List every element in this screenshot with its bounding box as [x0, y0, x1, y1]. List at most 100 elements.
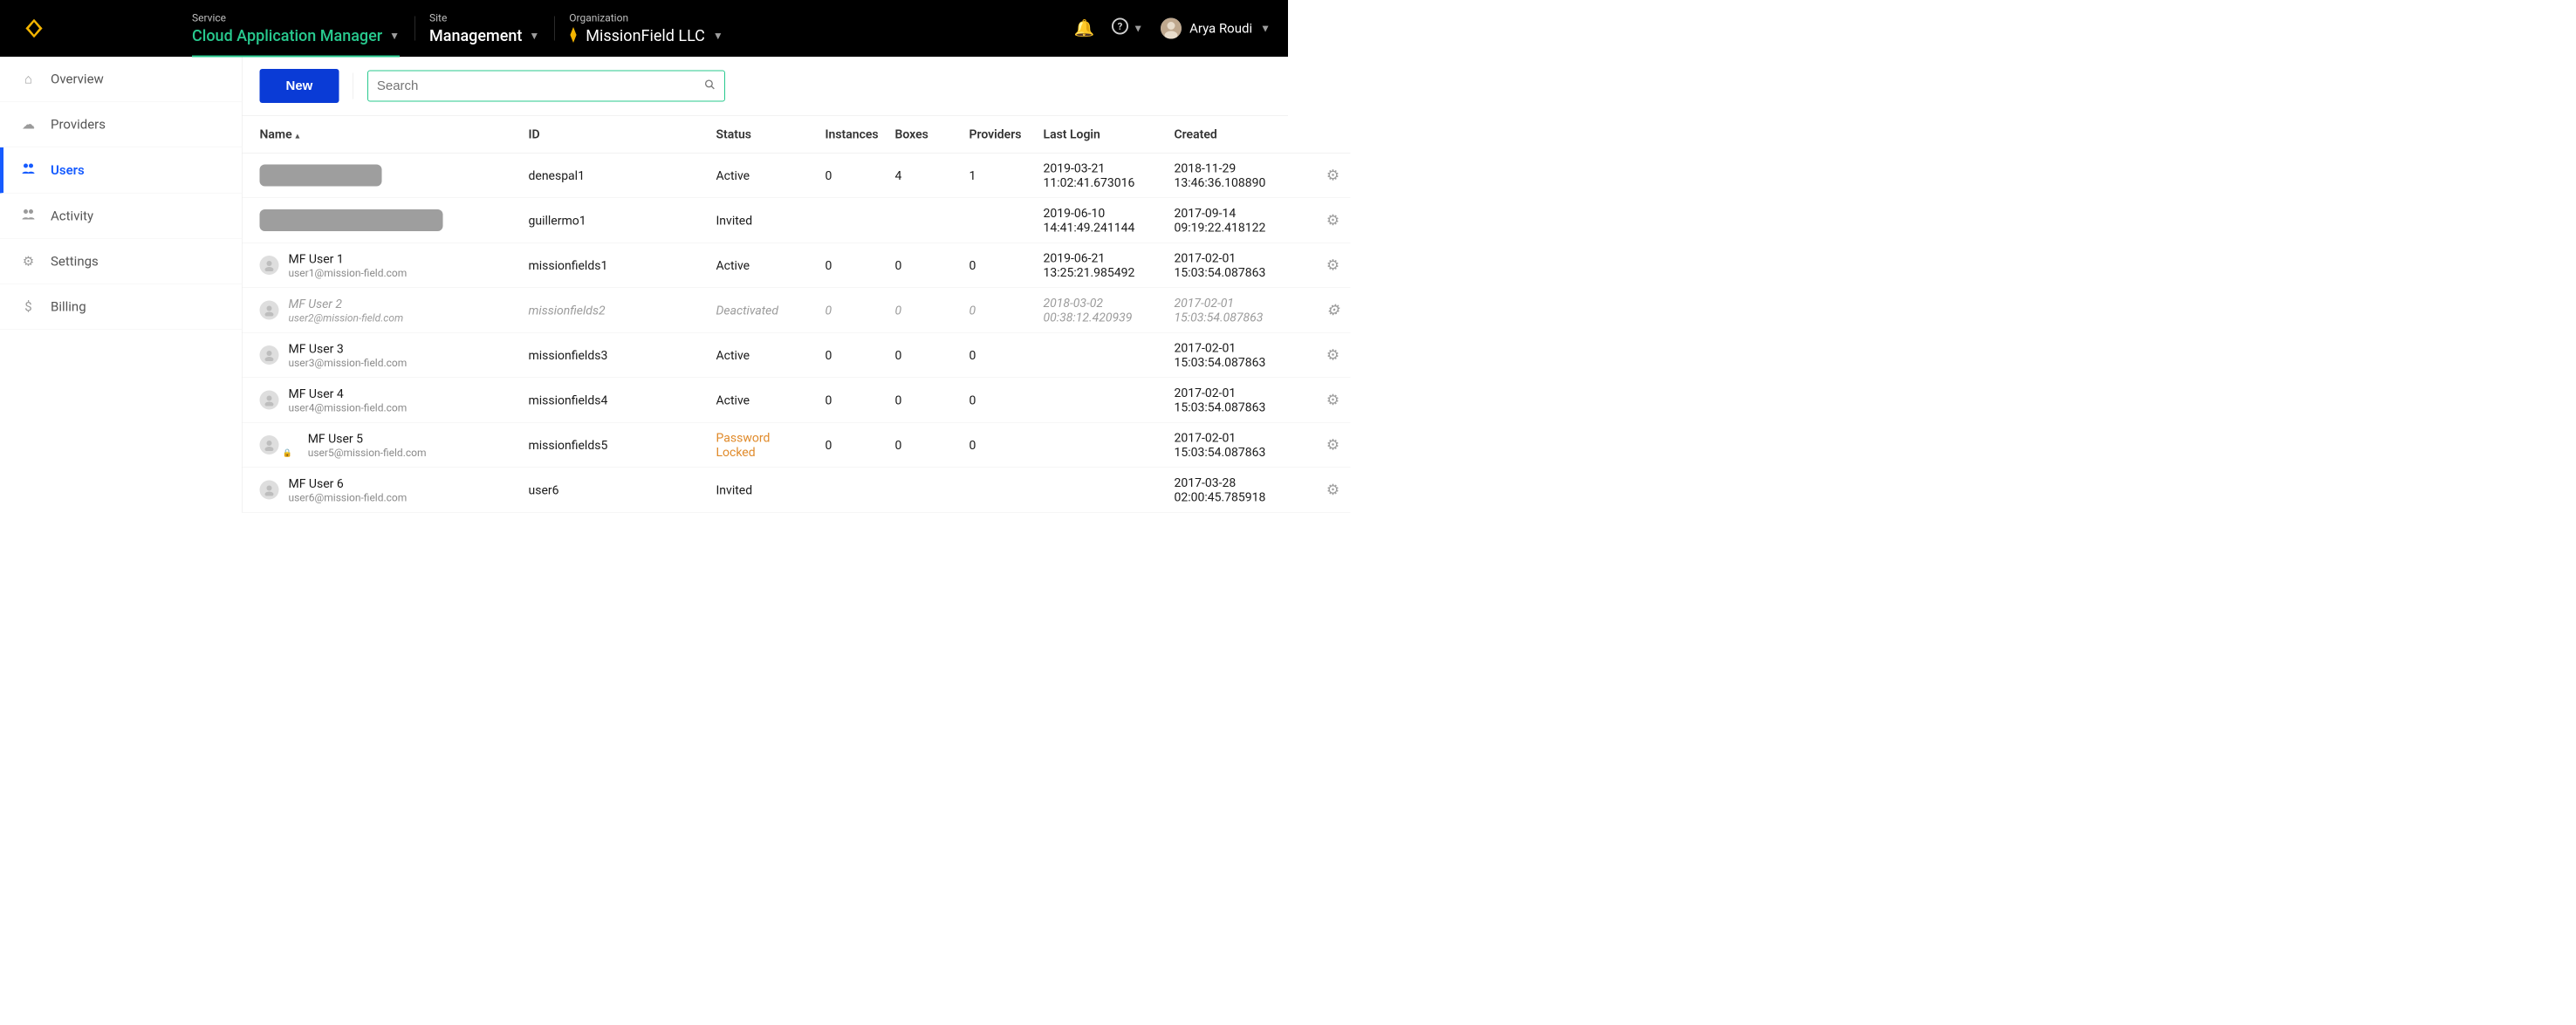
dollar-icon: $ [19, 299, 38, 315]
organization-selector[interactable]: Organization MissionField LLC ▼ [554, 10, 738, 47]
avatar [260, 301, 279, 320]
cloud-icon: ☁ [19, 117, 38, 133]
col-providers[interactable]: Providers [963, 116, 1037, 154]
search-input[interactable] [377, 79, 704, 93]
redacted-name [260, 165, 382, 187]
col-actions [1316, 116, 1351, 154]
lock-icon: 🔒 [283, 448, 292, 458]
cell-last-login [1037, 422, 1168, 468]
brand-logo[interactable] [22, 17, 46, 41]
col-created[interactable]: Created [1168, 116, 1316, 154]
cell-created: 2017-02-0115:03:54.087863 [1168, 422, 1316, 468]
svg-text:?: ? [1118, 20, 1123, 32]
table-row[interactable]: MF User 2user2@mission-field.commissionf… [243, 288, 1351, 333]
bell-icon[interactable]: 🔔 [1074, 19, 1095, 38]
cell-created: 2017-02-0115:03:54.087863 [1168, 288, 1316, 333]
users-icon [19, 162, 38, 178]
user-menu[interactable]: Arya Roudi ▼ [1161, 18, 1271, 39]
user-name-block: MF User 1user1@mission-field.com [289, 251, 408, 280]
cell-created: 2017-03-2802:00:45.785918 [1168, 468, 1316, 513]
sidebar-item-label: Billing [51, 299, 86, 315]
table-row[interactable]: denespal1Active0412019-03-2111:02:41.673… [243, 153, 1351, 198]
cell-instances: 0 [819, 332, 888, 378]
new-button[interactable]: New [260, 69, 339, 103]
topbar: Service Cloud Application Manager ▼ Site… [0, 0, 1288, 57]
user-email: user1@mission-field.com [289, 266, 408, 279]
cell-instances [819, 198, 888, 243]
avatar [260, 435, 279, 454]
sidebar-item-users[interactable]: Users [0, 147, 242, 194]
cell-id: denespal1 [522, 153, 709, 198]
user-email: user2@mission-field.com [289, 311, 404, 325]
chevron-down-icon: ▼ [529, 30, 539, 43]
row-actions-gear-icon[interactable]: ⚙ [1326, 167, 1339, 184]
sidebar-item-billing[interactable]: $ Billing [0, 284, 242, 330]
sidebar: ⌂Overview☁ProvidersUsers Activity ⚙Setting… [0, 57, 243, 513]
user-display-name: MF User 1 [289, 251, 408, 267]
service-value: Cloud Application Manager [192, 27, 382, 45]
row-actions-gear-icon[interactable]: ⚙ [1326, 436, 1339, 454]
chevron-down-icon: ▼ [1260, 22, 1271, 35]
col-name[interactable]: Name▴ [243, 116, 522, 154]
col-boxes[interactable]: Boxes [888, 116, 963, 154]
table-row[interactable]: MF User 1user1@mission-field.commissionf… [243, 243, 1351, 288]
avatar [260, 481, 279, 500]
table-row[interactable]: MF User 3user3@mission-field.commissionf… [243, 332, 1351, 378]
cell-boxes: 0 [888, 288, 963, 333]
row-actions-gear-icon[interactable]: ⚙ [1326, 212, 1339, 229]
cell-last-login [1037, 332, 1168, 378]
home-icon: ⌂ [19, 72, 38, 87]
cell-status: Active [709, 378, 819, 423]
user-email: user4@mission-field.com [289, 401, 408, 414]
col-last-login[interactable]: Last Login [1037, 116, 1168, 154]
row-actions-gear-icon[interactable]: ⚙ [1326, 302, 1339, 319]
cell-status: Active [709, 243, 819, 288]
sidebar-item-providers[interactable]: ☁Providers [0, 102, 242, 147]
org-icon [569, 27, 578, 44]
col-instances[interactable]: Instances [819, 116, 888, 154]
site-label: Site [429, 12, 539, 24]
cell-created: 2017-02-0115:03:54.087863 [1168, 332, 1316, 378]
cell-providers: 0 [963, 288, 1037, 333]
row-actions-gear-icon[interactable]: ⚙ [1326, 256, 1339, 274]
sidebar-item-settings[interactable]: ⚙Settings [0, 239, 242, 284]
table-row[interactable]: guillermo1Invited2019-06-1014:41:49.2411… [243, 198, 1351, 243]
col-id[interactable]: ID [522, 116, 709, 154]
site-value: Management [429, 27, 522, 45]
help-menu[interactable]: ? ▼ [1112, 18, 1143, 39]
user-display-name: MF User 2 [289, 296, 404, 311]
people-icon [19, 208, 38, 224]
user-name: Arya Roudi [1189, 21, 1252, 37]
site-selector[interactable]: Site Management ▼ [414, 10, 554, 47]
user-display-name: MF User 5 [308, 431, 427, 447]
sidebar-item-label: Activity [51, 208, 93, 224]
row-actions-gear-icon[interactable]: ⚙ [1326, 346, 1339, 364]
cell-boxes: 4 [888, 153, 963, 198]
cell-instances: 0 [819, 243, 888, 288]
cell-status: Password Locked [709, 422, 819, 468]
cell-boxes [888, 198, 963, 243]
service-selector[interactable]: Service Cloud Application Manager ▼ [177, 10, 414, 47]
sidebar-item-overview[interactable]: ⌂Overview [0, 57, 242, 102]
search-box[interactable] [367, 71, 725, 102]
cell-id: missionfields4 [522, 378, 709, 423]
cell-providers: 1 [963, 153, 1037, 198]
cell-status: Active [709, 332, 819, 378]
user-display-name: MF User 4 [289, 386, 408, 401]
cell-id: guillermo1 [522, 198, 709, 243]
row-actions-gear-icon[interactable]: ⚙ [1326, 482, 1339, 499]
gear-icon: ⚙ [19, 254, 38, 270]
table-row[interactable]: 🔒MF User 5user5@mission-field.commission… [243, 422, 1351, 468]
table-row[interactable]: MF User 4user4@mission-field.com missionf… [243, 378, 1351, 423]
toolbar: New [243, 57, 1289, 116]
cell-id: user6 [522, 468, 709, 513]
cell-instances: 0 [819, 378, 888, 423]
row-actions-gear-icon[interactable]: ⚙ [1326, 392, 1339, 409]
chevron-down-icon: ▼ [713, 30, 723, 43]
table-row[interactable]: MF User 6user6@mission-field.comuser6Inv… [243, 468, 1351, 513]
cell-last-login: 2018-03-0200:38:12.420939 [1037, 288, 1168, 333]
help-icon: ? [1112, 18, 1128, 39]
cell-created: 2017-02-0115:03:54.087863 [1168, 243, 1316, 288]
sidebar-item-activity[interactable]: Activity [0, 194, 242, 240]
col-status[interactable]: Status [709, 116, 819, 154]
